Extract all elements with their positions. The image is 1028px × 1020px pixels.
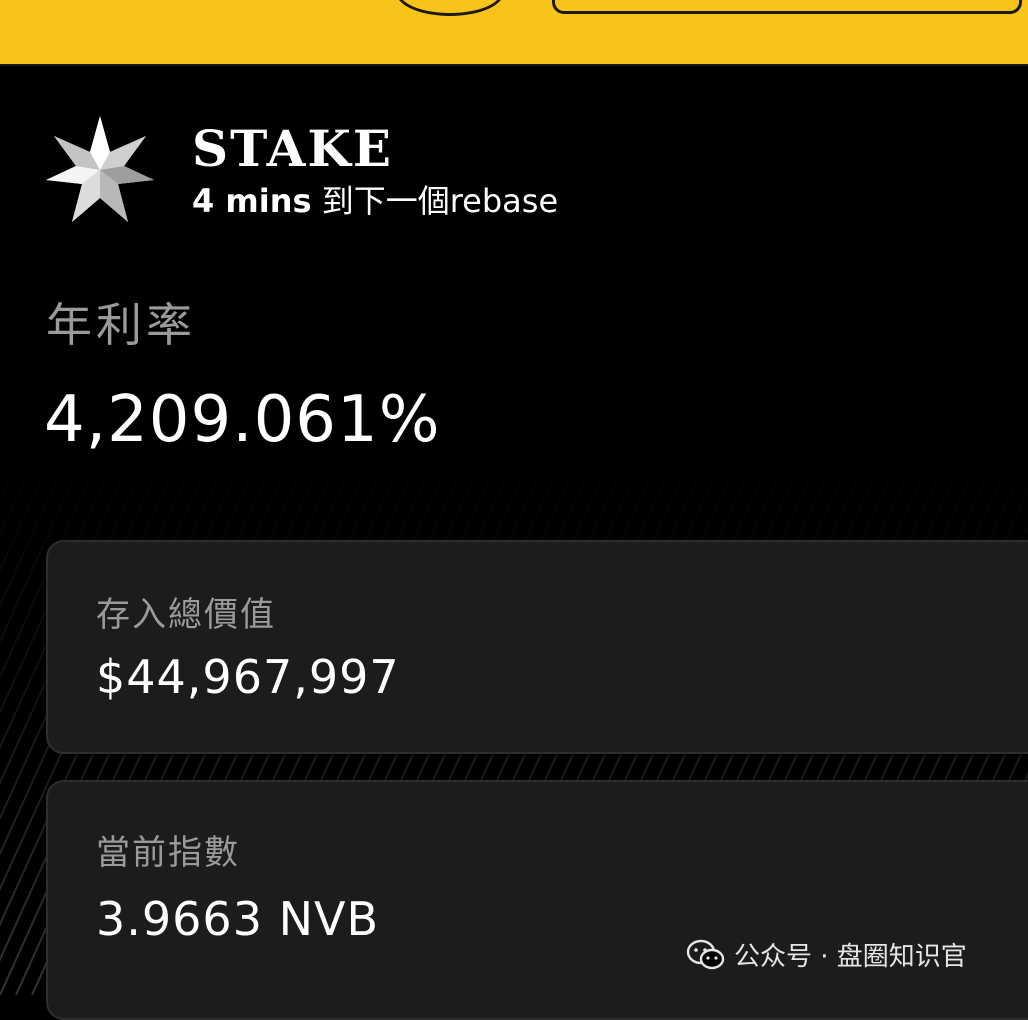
wechat-icon [686,939,725,969]
tvl-value: $44,967,997 [96,650,400,704]
tvl-label: 存入總價值 [96,595,276,635]
rebase-time: 4 mins [192,182,312,220]
rebase-suffix: 到下一個rebase [311,182,559,220]
index-card: 當前指數 3.9663 NVB [46,780,1028,1020]
star-logo-icon [46,116,154,222]
stake-title: STAKE [192,119,393,178]
top-wallet-button[interactable] [552,0,1022,14]
tvl-card: 存入總價值 $44,967,997 [46,540,1028,754]
index-label: 當前指數 [96,833,240,873]
apy-value: 4,209.061% [44,383,441,457]
top-bar [0,0,1028,66]
apy-label: 年利率 [46,298,196,352]
rebase-countdown: 4 mins 到下一個rebase [192,182,559,220]
stake-panel: STAKE 4 mins 到下一個rebase 年利率 4,209.061% 存… [0,66,1028,1020]
top-round-button[interactable] [396,0,504,16]
index-value: 3.9663 NVB [96,892,380,946]
watermark-text: 公众号 · 盘圈知识官 [734,942,967,972]
watermark: 公众号 · 盘圈知识官 [686,936,967,973]
